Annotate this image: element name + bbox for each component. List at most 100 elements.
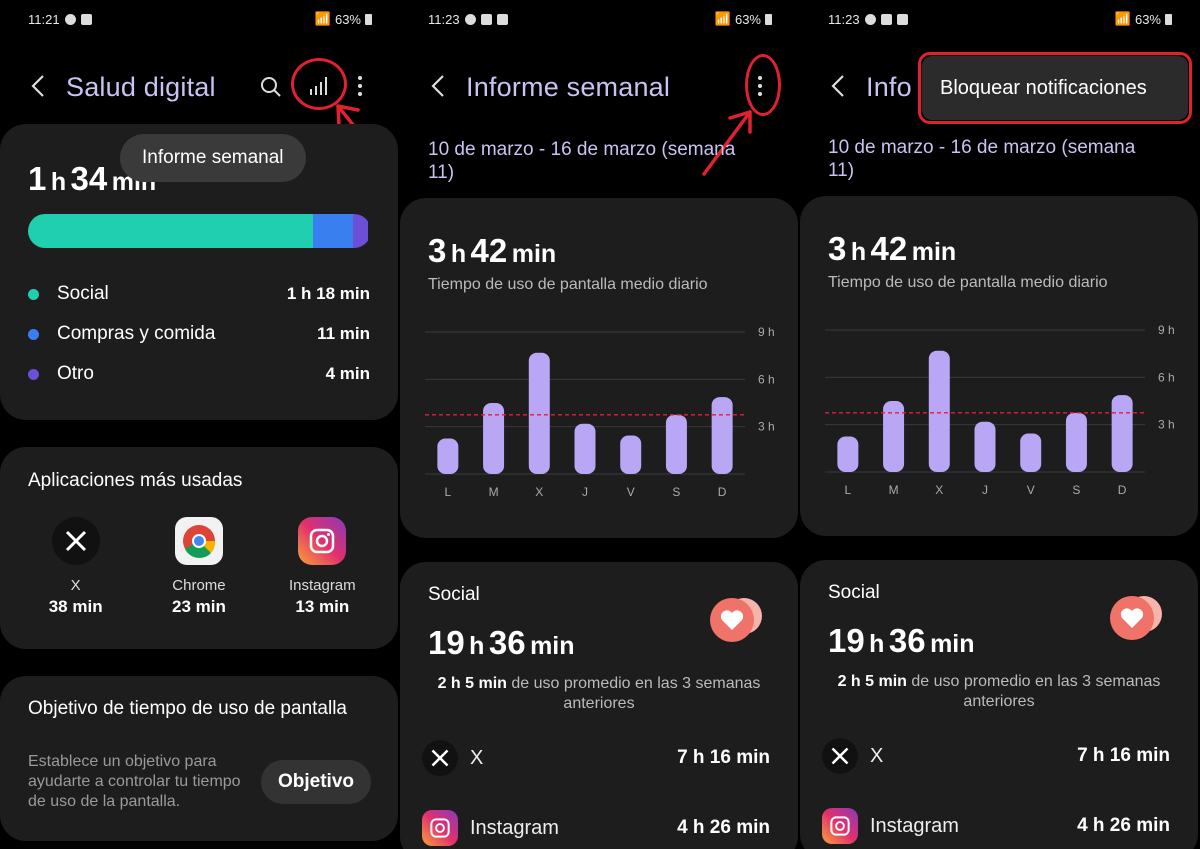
x-tick-label: M [889, 483, 899, 497]
app-item-chrome[interactable]: Chrome 23 min [144, 517, 254, 617]
notification-icon [496, 13, 508, 25]
category-row-shopping[interactable]: Compras y comida 11 min [28, 323, 370, 345]
category-value: 1 h 18 min [286, 284, 370, 303]
bar-D[interactable] [711, 397, 733, 474]
x-tick-label: S [672, 485, 680, 499]
category-value: 4 min [325, 364, 370, 383]
app-item-x[interactable]: X 38 min [21, 517, 131, 617]
category-row-other[interactable]: Otro 4 min [28, 363, 370, 385]
list-item-x[interactable]: X 7 h 16 min [422, 740, 770, 776]
weekly-bar-chart: 3 h 6 h 9 h L M X J V S D [825, 323, 1175, 497]
average-label: Tiempo de uso de pantalla medio diario [428, 276, 708, 293]
section-title: Aplicaciones más usadas [28, 470, 243, 491]
category-value: 11 min [317, 324, 370, 343]
list-item-x[interactable]: X 7 h 16 min [822, 738, 1170, 774]
app-item-instagram[interactable]: Instagram 13 min [267, 517, 377, 617]
back-arrow-icon[interactable] [28, 74, 50, 98]
y-tick-label: 6 h [1158, 370, 1175, 384]
legend-dot [28, 328, 39, 340]
wifi-icon: 📶 [314, 11, 331, 26]
y-tick-label: 3 h [1158, 418, 1175, 432]
bar-X[interactable] [928, 350, 950, 472]
gallery-icon [480, 13, 492, 25]
bar-M[interactable] [483, 403, 505, 474]
section-title: Social [428, 584, 480, 605]
app-name: Chrome [172, 577, 226, 594]
category-label: Otro [57, 363, 94, 384]
bar-L[interactable] [437, 438, 459, 475]
y-tick-label: 9 h [1158, 323, 1175, 337]
clock: 11:23 [428, 11, 460, 27]
x-tick-label: V [1027, 483, 1035, 497]
app-time: 38 min [48, 597, 103, 616]
app-name: X [470, 746, 484, 769]
comparison-text: de uso promedio en las 3 semanas anterio… [511, 675, 761, 712]
social-heart-icon [1110, 596, 1162, 640]
bar-D[interactable] [1111, 395, 1133, 472]
usage-bar [28, 214, 371, 248]
social-comparison: 2 h 5 min de uso promedio en las 3 seman… [828, 672, 1170, 712]
app-name: X [70, 577, 81, 594]
status-bar: 11:21 📶 63% [28, 10, 372, 28]
average-label: Tiempo de uso de pantalla medio diario [828, 274, 1108, 291]
clock: 11:23 [828, 11, 860, 27]
bar-V[interactable] [1020, 433, 1042, 472]
page-title: Informe semanal [466, 72, 671, 102]
bar-V[interactable] [620, 435, 642, 474]
screen-informe-semanal-menu: 11:23 📶 63% Info Bloquear notificaciones… [800, 0, 1200, 849]
goal-description: Establece un objetivo para ayudarte a co… [28, 753, 241, 810]
weekly-bar-chart: 3 h 6 h 9 h L M X J V S D [425, 325, 775, 499]
bar-M[interactable] [883, 401, 905, 472]
list-item-instagram[interactable]: Instagram 4 h 26 min [822, 808, 1170, 844]
notification-icon [80, 13, 92, 25]
app-name: X [870, 744, 884, 767]
wifi-icon: 📶 [714, 11, 731, 26]
back-arrow-icon[interactable] [828, 74, 850, 98]
x-tick-label: X [935, 483, 943, 497]
y-tick-label: 3 h [758, 420, 775, 434]
category-label: Social [57, 283, 109, 304]
screen-informe-semanal: 11:23 📶 63% Informe semanal 10 de marzo … [400, 0, 800, 849]
bar-J[interactable] [974, 421, 996, 472]
notification-icon [64, 13, 76, 25]
app-name: Instagram [288, 577, 356, 594]
search-icon[interactable] [259, 75, 283, 99]
bar-L[interactable] [837, 436, 859, 473]
bar-J[interactable] [574, 423, 596, 474]
instagram-logo-icon [298, 517, 347, 565]
app-time: 23 min [172, 597, 226, 616]
back-arrow-icon[interactable] [428, 74, 450, 98]
wifi-icon: 📶 [1114, 11, 1131, 26]
apps-list: X 38 min Chrome 23 min Instagram 13 min [0, 517, 398, 617]
app-name: Instagram [470, 816, 559, 839]
app-time: 7 h 16 min [1077, 745, 1170, 766]
comparison-value: 2 h 5 min [437, 675, 507, 692]
battery-level: 63% [734, 11, 761, 27]
week-range: 10 de marzo - 16 de marzo (semana 11) [428, 139, 736, 183]
x-tick-label: V [627, 485, 635, 499]
clock: 11:21 [28, 11, 60, 27]
instagram-logo-icon [422, 810, 458, 846]
gallery-icon [880, 13, 892, 25]
average-time: 3 h 42 min [428, 232, 557, 269]
list-item-instagram[interactable]: Instagram 4 h 26 min [422, 810, 770, 846]
battery-icon [365, 13, 372, 25]
x-tick-label: J [982, 483, 988, 497]
legend-dot [28, 288, 39, 300]
category-row-social[interactable]: Social 1 h 18 min [28, 283, 370, 305]
section-title: Objetivo de tiempo de uso de pantalla [28, 698, 347, 719]
status-bar: 11:23 📶 63% [828, 10, 1172, 28]
goal-button[interactable]: Objetivo [261, 760, 371, 804]
app-time: 4 h 26 min [677, 817, 770, 838]
most-used-apps-card: Aplicaciones más usadas X 38 min Chrome … [0, 447, 398, 649]
more-options-icon[interactable] [357, 76, 363, 98]
app-name: Instagram [870, 814, 959, 837]
instagram-logo-icon [822, 808, 858, 844]
average-time: 3 h 42 min [828, 230, 957, 267]
bar-S[interactable] [1065, 412, 1087, 472]
bar-S[interactable] [665, 414, 687, 474]
bar-X[interactable] [528, 352, 550, 474]
notification-icon [896, 13, 908, 25]
social-card: Social 19 h 36 min 2 h 5 min de uso prom… [800, 560, 1198, 849]
comparison-value: 2 h 5 min [837, 673, 907, 690]
